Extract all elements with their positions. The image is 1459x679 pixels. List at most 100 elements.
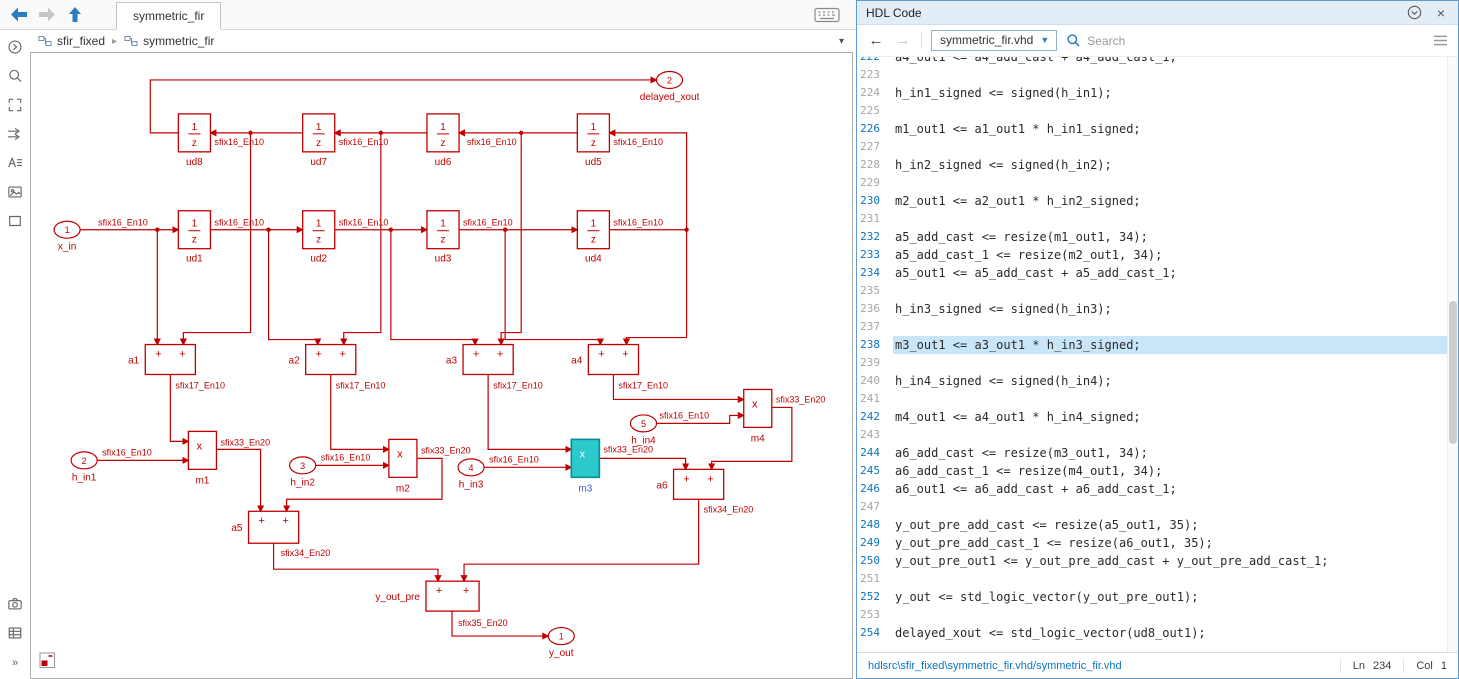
line-number-link[interactable]: 222 xyxy=(857,57,893,66)
keyboard-icon[interactable] xyxy=(812,5,842,25)
breadcrumb-item-symmetric_fir[interactable]: symmetric_fir xyxy=(124,34,214,48)
back-icon[interactable] xyxy=(6,1,32,27)
line-number: 251 xyxy=(857,570,893,588)
image-icon[interactable] xyxy=(4,181,26,203)
line-number-link[interactable]: 232 xyxy=(857,228,893,246)
signal-wire[interactable] xyxy=(626,230,686,345)
code-scrollbar[interactable] xyxy=(1447,57,1458,652)
camera-icon[interactable] xyxy=(4,593,26,615)
code-lines: 222a4_out1 <= a4_add_cast + a4_add_cast_… xyxy=(857,57,1447,642)
block-a6[interactable] xyxy=(674,469,724,499)
scrollbar-thumb[interactable] xyxy=(1449,301,1457,444)
code-line-247: 247 xyxy=(857,498,1447,516)
signal-type-label: sfix16_En10 xyxy=(467,137,517,147)
signal-wire[interactable] xyxy=(609,133,686,230)
code-text xyxy=(893,66,1447,84)
code-line-244: 244a6_add_cast <= resize(m3_out1, 34); xyxy=(857,444,1447,462)
port-number: 2 xyxy=(82,456,87,466)
zoom-icon[interactable] xyxy=(4,65,26,87)
model-pane: symmetric_fir » sfir_fixed▸symmetric_fir… xyxy=(0,0,856,679)
line-number: 229 xyxy=(857,174,893,192)
code-line-235: 235 xyxy=(857,282,1447,300)
signal-wire[interactable] xyxy=(344,133,381,345)
line-number-link[interactable]: 233 xyxy=(857,246,893,264)
line-number-link[interactable]: 242 xyxy=(857,408,893,426)
region-icon[interactable] xyxy=(4,210,26,232)
delay-denominator: z xyxy=(192,235,197,246)
line-indicator-value: 234 xyxy=(1373,660,1391,672)
block-m1[interactable] xyxy=(188,431,216,469)
signal-type-label: sfix16_En10 xyxy=(102,447,152,457)
block-a3[interactable] xyxy=(463,345,513,375)
signal-type-label: sfix17_En10 xyxy=(175,380,225,390)
model-browser-icon[interactable] xyxy=(4,36,26,58)
signal-wire[interactable] xyxy=(216,449,260,511)
table-icon[interactable] xyxy=(4,622,26,644)
signal-wire[interactable] xyxy=(599,458,685,469)
search-input[interactable] xyxy=(1087,34,1423,48)
plus-sign: + xyxy=(463,585,469,597)
line-number-link[interactable]: 238 xyxy=(857,336,893,354)
signal-wire[interactable] xyxy=(501,133,521,345)
block-a4[interactable] xyxy=(588,345,638,375)
line-number-link[interactable]: 230 xyxy=(857,192,893,210)
code-line-233: 233a5_add_cast_1 <= resize(m2_out1, 34); xyxy=(857,246,1447,264)
close-icon[interactable]: × xyxy=(1433,5,1449,21)
line-number-link[interactable]: 226 xyxy=(857,120,893,138)
signal-wire[interactable] xyxy=(464,499,699,581)
code-area[interactable]: 222a4_out1 <= a4_add_cast + a4_add_cast_… xyxy=(857,57,1458,652)
code-line-223: 223 xyxy=(857,66,1447,84)
line-number-link[interactable]: 254 xyxy=(857,624,893,642)
line-number-link[interactable]: 244 xyxy=(857,444,893,462)
panel-menu-icon[interactable] xyxy=(1406,5,1422,21)
port-number: 4 xyxy=(469,463,474,473)
line-number-link[interactable]: 249 xyxy=(857,534,893,552)
left-palette: » xyxy=(0,30,30,679)
forward-icon[interactable]: → xyxy=(894,32,912,49)
port-number: 5 xyxy=(641,419,646,429)
route-icon[interactable] xyxy=(4,123,26,145)
app-window: symmetric_fir » sfir_fixed▸symmetric_fir… xyxy=(0,0,1459,679)
breadcrumb-item-sfir_fixed[interactable]: sfir_fixed xyxy=(38,34,105,48)
block-a5[interactable] xyxy=(249,511,299,543)
line-number-link[interactable]: 250 xyxy=(857,552,893,570)
file-path-link[interactable]: hdlsrc\sfir_fixed\symmetric_fir.vhd/symm… xyxy=(868,660,1122,672)
wire-junction xyxy=(379,131,383,135)
block-m3[interactable] xyxy=(571,439,599,477)
block-label-a2: a2 xyxy=(289,356,301,367)
up-icon[interactable] xyxy=(62,1,88,27)
line-number: 223 xyxy=(857,66,893,84)
block-m4[interactable] xyxy=(744,389,772,427)
line-number-link[interactable]: 246 xyxy=(857,480,893,498)
block-y_out_pre[interactable] xyxy=(426,581,479,611)
forward-icon[interactable] xyxy=(34,1,60,27)
code-line-241: 241 xyxy=(857,390,1447,408)
expand-icon[interactable]: » xyxy=(4,651,26,673)
line-number-link[interactable]: 245 xyxy=(857,462,893,480)
signal-type-label: sfix16_En10 xyxy=(613,137,663,147)
line-number-link[interactable]: 248 xyxy=(857,516,893,534)
breadcrumb-caret-icon[interactable]: ▾ xyxy=(835,36,848,47)
block-m2[interactable] xyxy=(389,439,417,477)
code-line-227: 227 xyxy=(857,138,1447,156)
model-canvas[interactable]: 1zud11zud21zud31zud41zud51zud61zud71zud8… xyxy=(30,52,853,679)
fit-view-icon[interactable] xyxy=(4,94,26,116)
code-line-232: 232a5_add_cast <= resize(m1_out1, 34); xyxy=(857,228,1447,246)
annotation-icon[interactable] xyxy=(4,152,26,174)
back-icon[interactable]: ← xyxy=(867,32,885,49)
block-a2[interactable] xyxy=(306,345,356,375)
delay-numerator: 1 xyxy=(192,122,198,133)
line-number-link[interactable]: 234 xyxy=(857,264,893,282)
canvas-badge-icon[interactable] xyxy=(39,652,56,669)
block-a1[interactable] xyxy=(145,345,195,375)
line-number-link[interactable]: 252 xyxy=(857,588,893,606)
hamburger-icon[interactable] xyxy=(1432,33,1448,49)
plus-sign: + xyxy=(598,349,604,361)
wire-junction xyxy=(503,228,507,232)
model-tab[interactable]: symmetric_fir xyxy=(116,2,221,30)
diagram-svg: 1zud11zud21zud31zud41zud51zud61zud71zud8… xyxy=(31,53,852,678)
file-dropdown[interactable]: symmetric_fir.vhd ▼ xyxy=(931,30,1057,51)
code-text: y_out_pre_add_cast <= resize(a5_out1, 35… xyxy=(893,516,1447,534)
port-label-y_out: y_out xyxy=(549,648,574,659)
wire-junction xyxy=(155,228,159,232)
